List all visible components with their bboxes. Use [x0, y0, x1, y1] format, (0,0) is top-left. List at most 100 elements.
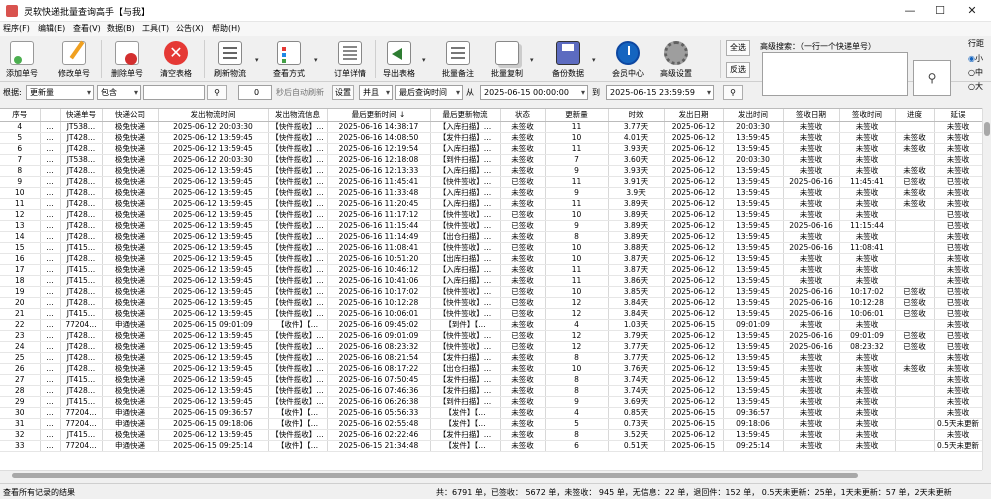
menu-edit[interactable]: 编辑(E) [38, 23, 65, 34]
member-center-button[interactable]: 会员中心 [607, 38, 649, 80]
menu-notice[interactable]: 公告(X) [176, 23, 204, 34]
table-row[interactable]: 10… JT428… 极兔快递 2025-06-12 13:59:45 【快件揽收】… 2… [0, 187, 982, 199]
horizontal-scroll-thumb[interactable] [12, 473, 858, 478]
batch-copy-button[interactable]: 批量复制 [487, 38, 527, 80]
close-button[interactable]: ✕ [957, 3, 987, 19]
minimize-button[interactable]: — [895, 3, 925, 19]
table-row[interactable]: 4… JT538… 极兔快递 2025-06-12 20:03:30 【快件揽收】… 20… [0, 121, 982, 133]
column-header[interactable]: 签收时间 [839, 109, 896, 122]
sort-field-select[interactable]: 更新量 [26, 85, 94, 100]
column-header[interactable]: 发出物流信息 [268, 109, 328, 122]
table-row[interactable]: 29… JT415… 极兔快递 2025-06-12 13:59:45 【快件揽收】… 2… [0, 396, 982, 408]
table-row[interactable]: 32… JT415… 极兔快递 2025-06-12 13:59:45 【快件揽收】… 2… [0, 429, 982, 441]
table-row[interactable]: 11… JT428… 极兔快递 2025-06-12 13:59:45 【快件揽收】… 2… [0, 198, 982, 210]
view-mode-button[interactable]: 查看方式 [268, 38, 310, 80]
column-header[interactable]: 序号 [0, 109, 41, 122]
table-row[interactable]: 27… JT415… 极兔快递 2025-06-12 13:59:45 【快件揽收】… 2… [0, 374, 982, 386]
match-mode-select[interactable]: 包含 [97, 85, 141, 100]
refresh-dropdown-arrow-icon[interactable]: ▾ [255, 56, 259, 64]
table-row[interactable]: 7… JT538… 极兔快递 2025-06-12 20:03:30 【快件揽收】… 20… [0, 154, 982, 166]
advanced-settings-button[interactable]: 高级设置 [655, 38, 697, 80]
column-header[interactable]: 发出时间 [723, 109, 784, 122]
copy-dropdown-arrow-icon[interactable]: ▾ [530, 56, 534, 64]
menu-help[interactable]: 帮助(H) [212, 23, 240, 34]
export-dropdown-arrow-icon[interactable]: ▾ [422, 56, 426, 64]
search-button[interactable]: ⚲ [913, 60, 951, 96]
horizontal-scrollbar[interactable] [0, 470, 982, 479]
table-row[interactable]: 21… JT415… 极兔快递 2025-06-12 13:59:45 【快件揽收】… 2… [0, 308, 982, 320]
clear-table-button[interactable]: ✕ 清空表格 [154, 38, 198, 80]
table-row[interactable]: 33… 77204… 申通快递 2025-06-15 09:25:14 【收件】【… 20… [0, 440, 982, 452]
table-row[interactable]: 31… 77204… 申通快递 2025-06-15 09:18:06 【收件】【… 20… [0, 418, 982, 430]
column-header[interactable]: 时效 [608, 109, 665, 122]
menu-data[interactable]: 数据(B) [107, 23, 135, 34]
table-row[interactable]: 16… JT428… 极兔快递 2025-06-12 13:59:45 【快件揽收】… 2… [0, 253, 982, 265]
vertical-scroll-thumb[interactable] [984, 122, 990, 136]
invert-select-button[interactable]: 反选 [726, 62, 750, 78]
order-detail-button[interactable]: 订单详情 [330, 38, 370, 80]
table-row[interactable]: 12… JT428… 极兔快递 2025-06-12 13:59:45 【快件揽收】… 2… [0, 209, 982, 221]
row-distance-large-radio[interactable]: ○大 [968, 81, 983, 92]
column-header[interactable]: 发出物流时间 [158, 109, 269, 122]
time-field-select[interactable]: 最后查询时间 [395, 85, 463, 100]
menu-program[interactable]: 程序(F) [3, 23, 30, 34]
batch-note-button[interactable]: 批量备注 [438, 38, 478, 80]
select-all-button[interactable]: 全选 [726, 40, 750, 56]
row-distance-medium-radio[interactable]: ○中 [968, 67, 983, 78]
table-cell: 13:59:45 [723, 330, 784, 342]
table-row[interactable]: 19… JT428… 极兔快递 2025-06-12 13:59:45 【快件揽收】… 2… [0, 286, 982, 298]
column-header[interactable]: 状态 [500, 109, 546, 122]
column-header[interactable] [40, 109, 61, 122]
table-row[interactable]: 28… JT428… 极兔快递 2025-06-12 13:59:45 【快件揽收】… 2… [0, 385, 982, 397]
table-row[interactable]: 9… JT428… 极兔快递 2025-06-12 13:59:45 【快件揽收】… 20… [0, 176, 982, 188]
table-row[interactable]: 13… JT428… 极兔快递 2025-06-12 13:59:45 【快件揽收】… 2… [0, 220, 982, 232]
table-row[interactable]: 14… JT428… 极兔快递 2025-06-12 13:59:45 【快件揽收】… 2… [0, 231, 982, 243]
table-row[interactable]: 5… JT428… 极兔快递 2025-06-12 13:59:45 【快件揽收】… 20… [0, 132, 982, 144]
add-number-button[interactable]: 添加单号 [2, 38, 42, 80]
date-search-button[interactable]: ⚲ [723, 85, 743, 100]
delete-number-button[interactable]: 删除单号 [107, 38, 147, 80]
date-from-picker[interactable]: 2025-06-15 00:00:00 [480, 85, 588, 100]
logic-select[interactable]: 并且 [359, 85, 393, 100]
filter-search-button[interactable]: ⚲ [207, 85, 227, 100]
column-header[interactable]: 进度 [895, 109, 935, 122]
table-row[interactable]: 23… JT428… 极兔快递 2025-06-12 13:59:45 【快件揽收】… 2… [0, 330, 982, 342]
refresh-seconds-input[interactable]: 0 [238, 85, 272, 100]
row-distance-small-radio[interactable]: ◉小 [968, 53, 983, 64]
backup-dropdown-arrow-icon[interactable]: ▾ [592, 56, 596, 64]
maximize-button[interactable]: ☐ [925, 3, 955, 19]
table-row[interactable]: 6… JT428… 极兔快递 2025-06-12 13:59:45 【快件揽收】… 20… [0, 143, 982, 155]
table-row[interactable]: 24… JT428… 极兔快递 2025-06-12 13:59:45 【快件揽收】… 2… [0, 341, 982, 353]
vertical-scrollbar[interactable] [982, 108, 991, 470]
filter-search-input[interactable] [143, 85, 205, 100]
menu-view[interactable]: 查看(V) [73, 23, 101, 34]
backup-data-button[interactable]: 备份数据 [547, 38, 589, 80]
edit-number-button[interactable]: 修改单号 [54, 38, 94, 80]
table-row[interactable]: 30… 77204… 申通快递 2025-06-15 09:36:57 【收件】【… 20… [0, 407, 982, 419]
column-header[interactable]: 最后更新时间 ↓ [327, 109, 431, 122]
table-row[interactable]: 26… JT428… 极兔快递 2025-06-12 13:59:45 【快件揽收】… 2… [0, 363, 982, 375]
menu-tools[interactable]: 工具(T) [142, 23, 169, 34]
table-row[interactable]: 8… JT428… 极兔快递 2025-06-12 13:59:45 【快件揽收】… 20… [0, 165, 982, 177]
column-header[interactable]: 最后更新物流 [430, 109, 501, 122]
table-cell: 【到件】【… [430, 319, 501, 331]
date-to-picker[interactable]: 2025-06-15 23:59:59 [606, 85, 714, 100]
table-row[interactable]: 17… JT415… 极兔快递 2025-06-12 13:59:45 【快件揽收】… 2… [0, 264, 982, 276]
refresh-logistics-button[interactable]: 刷新物流 [209, 38, 251, 80]
settings-button[interactable]: 设置 [332, 85, 354, 100]
table-row[interactable]: 20… JT428… 极兔快递 2025-06-12 13:59:45 【快件揽收】… 2… [0, 297, 982, 309]
table-cell: 2025-06-12 13:59:45 [158, 242, 269, 254]
export-table-button[interactable]: 导出表格 [379, 38, 419, 80]
table-row[interactable]: 25… JT428… 极兔快递 2025-06-12 13:59:45 【快件揽收】… 2… [0, 352, 982, 364]
column-header[interactable]: 签收日期 [783, 109, 840, 122]
advanced-search-textarea[interactable] [762, 52, 908, 96]
table-row[interactable]: 22… 77204… 申通快递 2025-06-15 09:01:09 【收件】【… 20… [0, 319, 982, 331]
column-header[interactable]: 发出日期 [664, 109, 724, 122]
table-row[interactable]: 15… JT415… 极兔快递 2025-06-12 13:59:45 【快件揽收】… 2… [0, 242, 982, 254]
column-header[interactable]: 快递单号 [60, 109, 103, 122]
view-mode-dropdown-arrow-icon[interactable]: ▾ [314, 56, 318, 64]
column-header[interactable]: 更新量 [545, 109, 609, 122]
column-header[interactable]: 延误 [934, 109, 982, 122]
column-header[interactable]: 快递公司 [102, 109, 159, 122]
table-row[interactable]: 18… JT415… 极兔快递 2025-06-12 13:59:45 【快件揽收】… 2… [0, 275, 982, 287]
